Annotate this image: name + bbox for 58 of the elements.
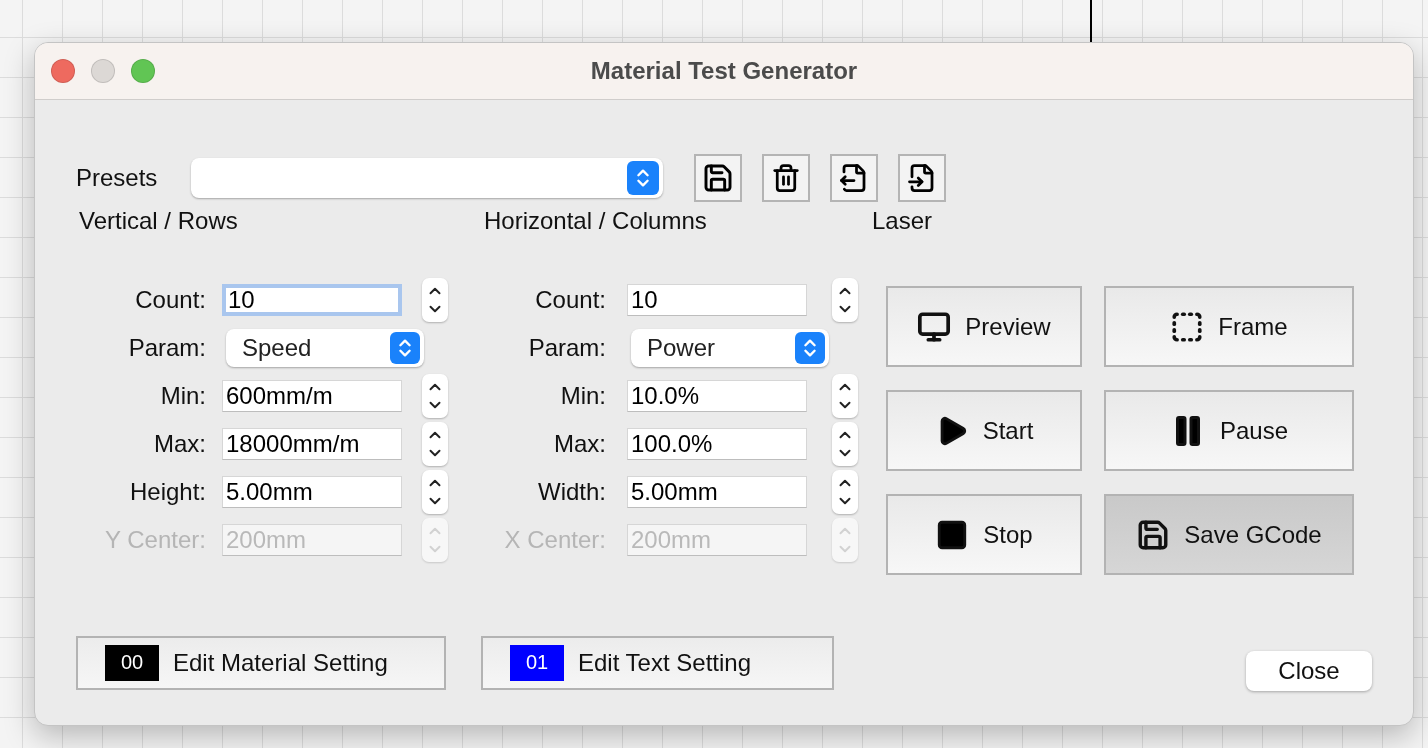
- stepper-button[interactable]: [832, 278, 858, 322]
- import-button[interactable]: [898, 154, 946, 202]
- section-title: Vertical / Rows: [78, 207, 239, 235]
- laser-button[interactable]: Preview: [886, 286, 1082, 367]
- number-field[interactable]: 100.0%: [627, 428, 807, 460]
- stepper-button[interactable]: [422, 470, 448, 514]
- delete-button[interactable]: [762, 154, 810, 202]
- export-button[interactable]: [830, 154, 878, 202]
- button-label: Edit Material Setting: [173, 648, 388, 677]
- dashed-square-icon: [1170, 309, 1205, 344]
- laser-button[interactable]: Start: [886, 390, 1082, 471]
- field-label: Param:: [127, 334, 206, 362]
- laser-button[interactable]: Frame: [1104, 286, 1354, 367]
- presets-label: Presets: [76, 164, 159, 192]
- laser-button[interactable]: Pause: [1104, 390, 1354, 471]
- section-title: Horizontal / Columns: [483, 207, 708, 235]
- edit-setting-button[interactable]: 01 Edit Text Setting: [481, 635, 834, 690]
- stepper-button[interactable]: [422, 374, 448, 418]
- field-label: Count:: [134, 286, 206, 314]
- monitor-icon: [917, 309, 952, 344]
- stepper-button[interactable]: [832, 374, 858, 418]
- number-field[interactable]: 10.0%: [627, 380, 807, 412]
- window-title: Material Test Generator: [590, 57, 858, 85]
- field-label: Max:: [153, 430, 206, 458]
- dropdown-caret-icon: [390, 332, 420, 364]
- close-button[interactable]: Close: [1246, 651, 1372, 691]
- number-field[interactable]: 5.00mm: [627, 476, 807, 508]
- layer-swatch: 00: [105, 644, 159, 681]
- param-dropdown[interactable]: Speed: [226, 329, 424, 367]
- number-field[interactable]: 18000mm/m: [222, 428, 402, 460]
- param-dropdown[interactable]: Power: [631, 329, 829, 367]
- stepper-button[interactable]: [422, 278, 448, 322]
- number-field[interactable]: 10: [222, 284, 402, 316]
- stepper-button[interactable]: [832, 422, 858, 466]
- laser-button[interactable]: Save GCode: [1104, 494, 1354, 575]
- field-label: Max:: [553, 430, 606, 458]
- stepper-button[interactable]: [832, 470, 858, 514]
- field-label: Width:: [537, 478, 606, 506]
- number-field[interactable]: 600mm/m: [222, 380, 402, 412]
- dropdown-caret-icon: [627, 161, 659, 195]
- trash-icon: [771, 163, 801, 193]
- section-title: Laser: [872, 207, 934, 235]
- dropdown-caret-icon: [795, 332, 825, 364]
- number-field[interactable]: 5.00mm: [222, 476, 402, 508]
- close-window-button[interactable]: [51, 59, 75, 83]
- button-label: Edit Text Setting: [578, 648, 751, 677]
- presets-dropdown[interactable]: [191, 158, 663, 198]
- save-button[interactable]: [694, 154, 742, 202]
- stepper-button[interactable]: [422, 422, 448, 466]
- field-label: Param:: [527, 334, 606, 362]
- layer-swatch: 01: [510, 644, 564, 681]
- edit-setting-button[interactable]: 00 Edit Material Setting: [76, 635, 446, 690]
- field-label: Min:: [559, 382, 606, 410]
- field-label: Height:: [128, 478, 206, 506]
- field-label: Count:: [534, 286, 606, 314]
- laser-button[interactable]: Stop: [886, 494, 1082, 575]
- number-field[interactable]: 10: [627, 284, 807, 316]
- field-label: Min:: [159, 382, 206, 410]
